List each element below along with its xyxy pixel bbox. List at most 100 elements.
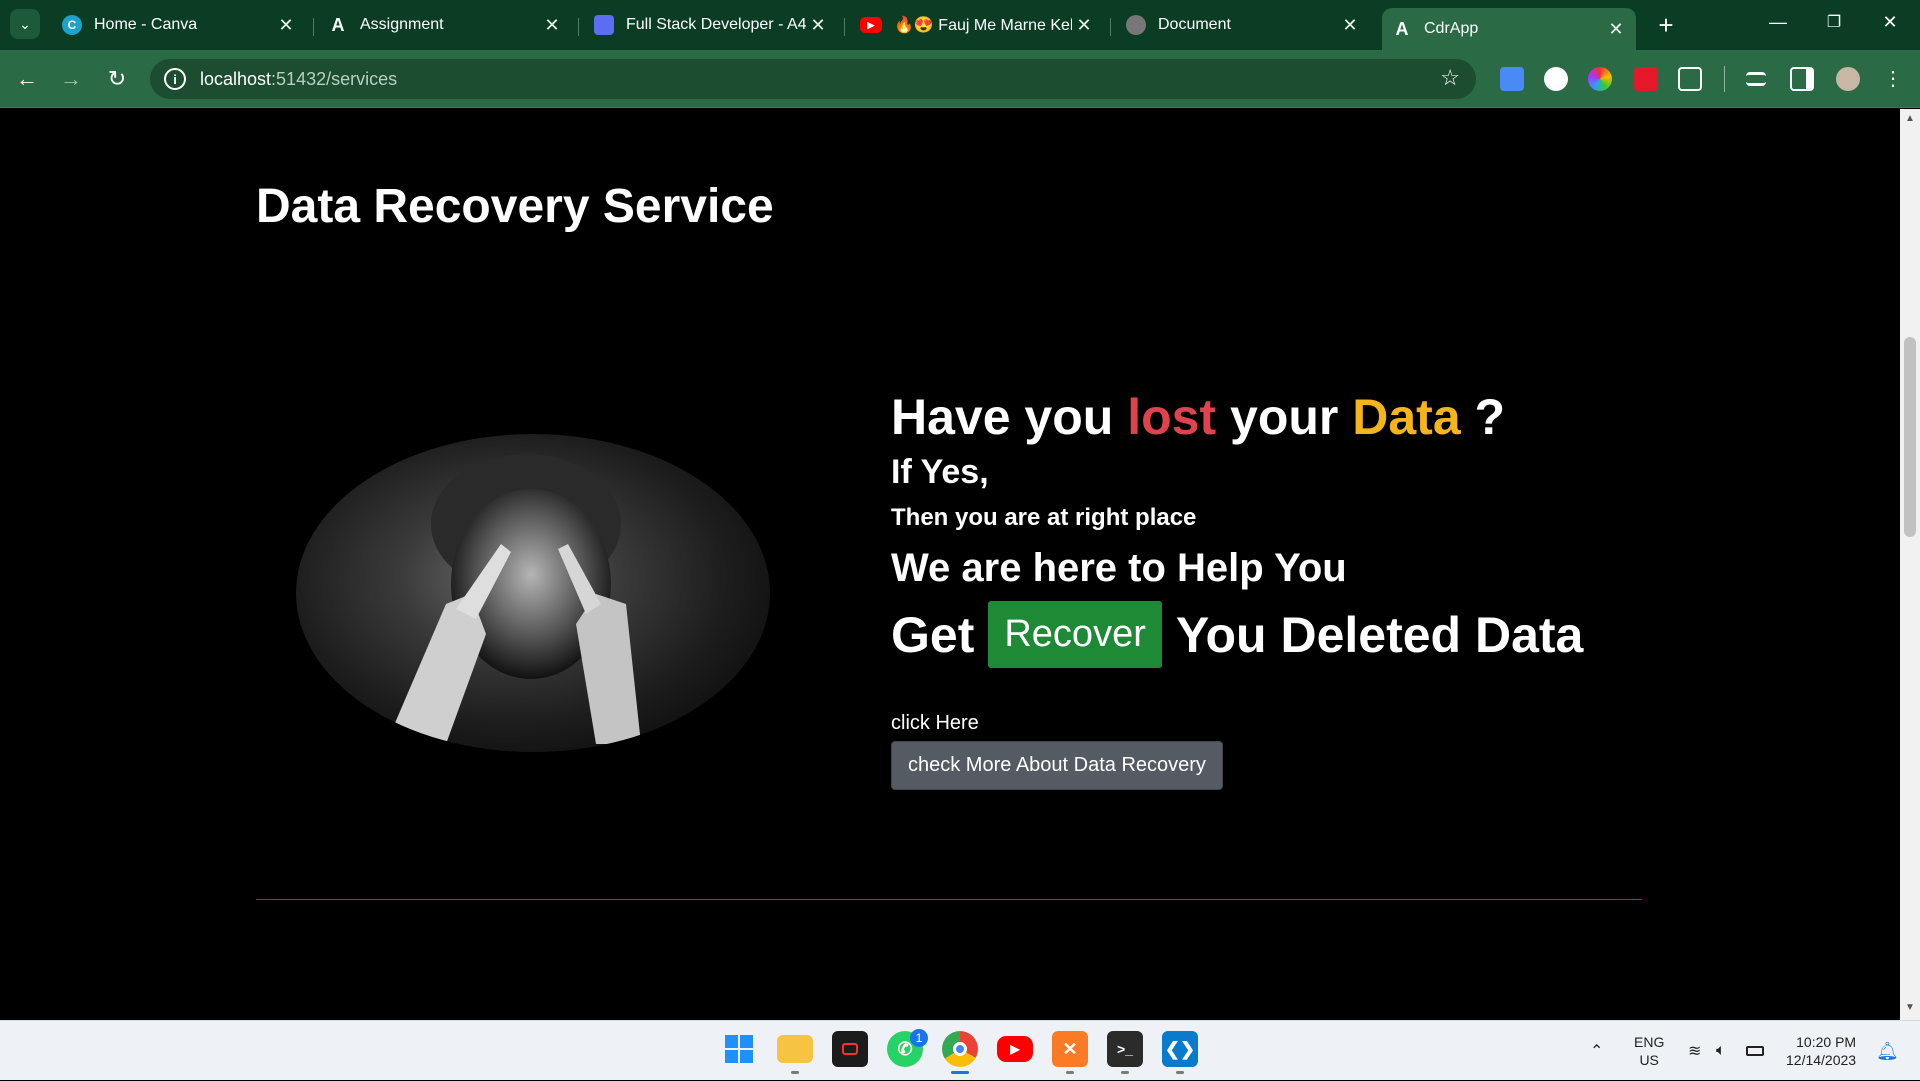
headline-part: your: [1216, 389, 1353, 445]
hero-text-block: Have you lost your Data ? If Yes, Then y…: [891, 387, 1583, 790]
headline-data-word: Data: [1352, 389, 1461, 445]
tab-label: Full Stack Developer - A4: [626, 16, 806, 33]
restore-icon[interactable]: ❐: [1814, 12, 1854, 32]
running-indicator: [791, 1071, 799, 1074]
scroll-up-icon[interactable]: ▲: [1900, 113, 1920, 129]
close-icon[interactable]: ✕: [274, 15, 298, 36]
tab-label: Assignment: [360, 16, 444, 33]
screen-recorder-icon[interactable]: [832, 1031, 868, 1067]
close-icon[interactable]: ✕: [1604, 19, 1628, 40]
new-tab-button[interactable]: +: [1652, 12, 1680, 40]
running-indicator: [1176, 1071, 1184, 1074]
hero-headline: Have you lost your Data ?: [891, 387, 1583, 447]
windows-taskbar: ✆ 1 ▶ ✕ >_ ❮❯ ⌃ ENG US ≋ 🔈︎ 10:20 PM 12/…: [0, 1020, 1920, 1080]
tab-separator: [313, 18, 314, 36]
document-app-icon: [594, 15, 614, 35]
toolbar-separator: [1724, 66, 1725, 92]
scroll-down-icon[interactable]: ▼: [1900, 1002, 1920, 1018]
right-place-text: Then you are at right place: [891, 504, 1197, 531]
show-hidden-icons-chevron-icon[interactable]: ⌃: [1590, 1021, 1603, 1081]
reload-icon[interactable]: ↻: [104, 66, 130, 92]
minimize-icon[interactable]: —: [1758, 12, 1798, 33]
extensions-puzzle-icon[interactable]: [1678, 67, 1702, 91]
tab-search-chevron-icon[interactable]: ⌄: [10, 9, 40, 39]
section-divider: [256, 899, 1642, 900]
clock-date: 12/14/2023: [1786, 1052, 1857, 1068]
tab-document[interactable]: Document ✕: [1116, 8, 1370, 42]
wifi-icon[interactable]: ≋: [1688, 1021, 1701, 1081]
page-title: Data Recovery Service: [256, 180, 774, 233]
language-code: ENG: [1634, 1034, 1665, 1050]
running-indicator: [1066, 1071, 1074, 1074]
close-icon[interactable]: ✕: [1072, 15, 1096, 36]
forward-arrow-icon[interactable]: →: [58, 66, 84, 92]
start-icon[interactable]: [721, 1031, 757, 1067]
url-text[interactable]: localhost:51432/services: [200, 69, 397, 90]
vscode-icon[interactable]: ❮❯: [1162, 1031, 1198, 1067]
page-content: Data Recovery Service Have you lost your…: [0, 109, 1900, 1020]
clock[interactable]: 10:20 PM 12/14/2023: [1786, 1021, 1856, 1081]
close-icon[interactable]: ✕: [806, 15, 830, 36]
get-recover-line: Get Recover You Deleted Data: [891, 601, 1583, 668]
tab-separator: [844, 18, 845, 36]
sad-man-illustration: [386, 454, 641, 744]
active-app-indicator: [951, 1071, 969, 1074]
tab-youtube-video[interactable]: ▶ 🔥😍 Fauj Me Marne Keliye ✕: [850, 8, 1104, 42]
address-bar[interactable]: i localhost:51432/services ☆: [150, 59, 1476, 99]
get-text: Get: [891, 606, 975, 663]
tab-label: 🔥😍 Fauj Me Marne Keliye: [894, 17, 1072, 34]
url-path: :51432/services: [271, 68, 398, 89]
tab-strip: ⌄ C Home - Canva ✕ A Assignment ✕ Full S…: [0, 0, 1920, 50]
close-icon[interactable]: ✕: [1338, 15, 1362, 36]
extension-red-icon[interactable]: [1634, 67, 1658, 91]
angular-icon: A: [331, 14, 345, 35]
tab-home-canva[interactable]: C Home - Canva ✕: [52, 8, 306, 42]
chrome-icon[interactable]: [942, 1031, 978, 1067]
battery-icon[interactable]: [1746, 1021, 1764, 1081]
check-more-button[interactable]: check More About Data Recovery: [891, 741, 1223, 790]
back-arrow-icon[interactable]: ←: [14, 66, 40, 92]
globe-icon: [1126, 15, 1146, 35]
click-here-label: click Here: [891, 712, 979, 734]
menu-kebab-icon[interactable]: ⋮: [1880, 66, 1906, 92]
help-text: We are here to Help You: [891, 546, 1347, 590]
clock-time: 10:20 PM: [1796, 1034, 1857, 1050]
headline-part: ?: [1460, 389, 1506, 445]
extension-circle-icon[interactable]: [1544, 67, 1568, 91]
headline-part: Have you: [891, 389, 1128, 445]
tab-full-stack-developer[interactable]: Full Stack Developer - A4 ✕: [584, 8, 838, 42]
headline-lost-word: lost: [1127, 389, 1217, 445]
youtube-icon: ▶: [860, 17, 882, 33]
notification-bell-icon[interactable]: 🔔︎: [1876, 1021, 1899, 1081]
file-explorer-icon[interactable]: [777, 1035, 813, 1063]
close-icon[interactable]: ✕: [540, 15, 564, 36]
side-panel-icon[interactable]: [1790, 67, 1814, 91]
scroll-thumb[interactable]: [1904, 337, 1916, 537]
terminal-icon[interactable]: >_: [1107, 1031, 1143, 1067]
extension-docs-icon[interactable]: [1500, 67, 1524, 91]
volume-icon[interactable]: 🔈︎: [1716, 1021, 1726, 1081]
page-scrollbar[interactable]: ▲ ▼: [1900, 109, 1920, 1020]
deleted-data-text: You Deleted Data: [1175, 606, 1584, 663]
angular-icon: A: [1395, 18, 1409, 39]
if-yes-text: If Yes,: [891, 453, 989, 491]
tab-cdrapp[interactable]: A CdrApp ✕: [1382, 8, 1636, 50]
url-host: localhost: [200, 68, 272, 89]
running-indicator: [1121, 1071, 1129, 1074]
avatar[interactable]: [1836, 67, 1860, 91]
tab-assignment[interactable]: A Assignment ✕: [318, 8, 572, 42]
xampp-icon[interactable]: ✕: [1052, 1031, 1088, 1067]
canva-icon: C: [62, 15, 82, 35]
tab-label: CdrApp: [1424, 20, 1479, 37]
window-close-icon[interactable]: ✕: [1870, 12, 1910, 33]
tab-separator: [578, 18, 579, 36]
language-indicator[interactable]: ENG US: [1634, 1021, 1664, 1081]
region-code: US: [1639, 1052, 1659, 1068]
site-info-icon[interactable]: i: [164, 68, 186, 90]
recover-button[interactable]: Recover: [988, 601, 1162, 668]
bookmark-star-icon[interactable]: ☆: [1440, 65, 1460, 91]
notification-badge: 1: [910, 1029, 928, 1047]
extension-color-icon[interactable]: [1588, 67, 1612, 91]
youtube-icon[interactable]: ▶: [997, 1036, 1033, 1062]
media-control-icon[interactable]: [1746, 72, 1766, 86]
